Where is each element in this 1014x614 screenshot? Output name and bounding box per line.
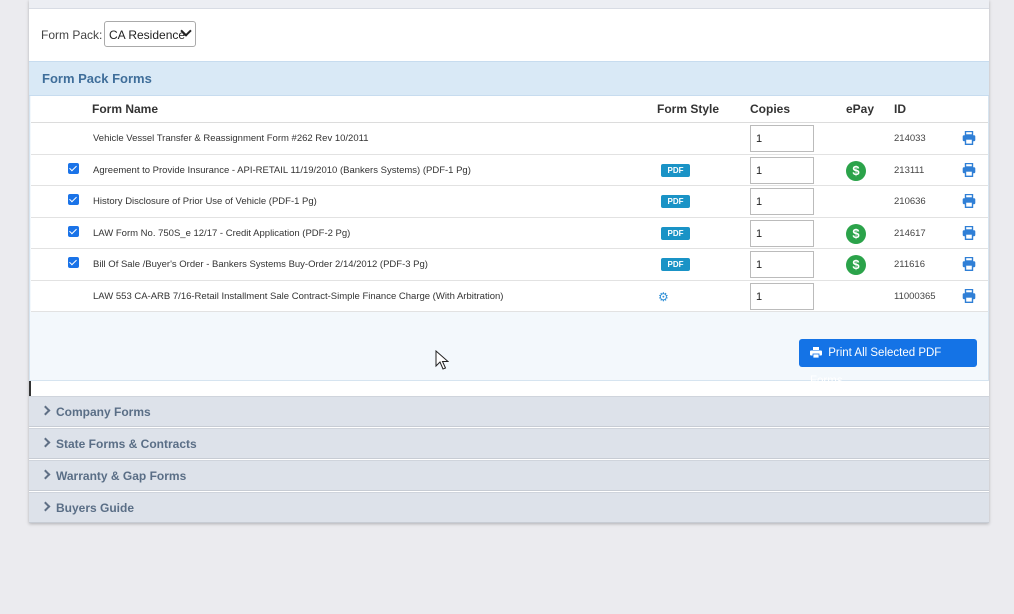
form-name: Agreement to Provide Insurance - API-RET… xyxy=(93,164,471,176)
form-pack-label: Form Pack: xyxy=(41,28,103,42)
chevron-right-icon xyxy=(40,437,51,448)
form-id: 214033 xyxy=(894,133,926,144)
form-pack-row: Form Pack: CA Residence xyxy=(29,9,989,61)
print-all-button[interactable]: Print All Selected PDF Forms xyxy=(799,339,977,387)
printer-icon[interactable] xyxy=(962,193,976,209)
form-pack-selected-value: CA Residence xyxy=(109,28,186,42)
form-id: 211616 xyxy=(894,259,925,270)
row-checkbox[interactable] xyxy=(68,162,79,174)
form-name: LAW 553 CA-ARB 7/16-Retail Installment S… xyxy=(93,290,504,302)
text-caret xyxy=(29,381,31,396)
accordion-warranty-gap-forms[interactable]: Warranty & Gap Forms xyxy=(29,460,989,491)
pdf-badge: PDF xyxy=(661,195,690,208)
pdf-badge: PDF xyxy=(661,258,690,271)
accordion-label: Company Forms xyxy=(56,405,151,419)
copies-input[interactable]: 1 xyxy=(750,251,814,278)
printer-icon[interactable] xyxy=(962,288,976,303)
form-id: 213111 xyxy=(894,164,925,176)
accordion-company-forms[interactable]: Company Forms xyxy=(29,396,989,427)
top-strip xyxy=(29,0,989,9)
form-pack-forms-header[interactable]: Form Pack Forms xyxy=(29,61,989,96)
row-checkbox[interactable] xyxy=(68,257,79,268)
table-row: Bill Of Sale /Buyer's Order - Bankers Sy… xyxy=(31,249,988,281)
dollar-icon[interactable]: $ xyxy=(846,223,866,244)
forms-table: Form Name Form Style Copies ePay ID Vehi… xyxy=(31,96,988,312)
accordion-label: Buyers Guide xyxy=(56,501,135,515)
mouse-cursor-icon xyxy=(435,350,449,370)
form-name: History Disclosure of Prior Use of Vehic… xyxy=(93,196,317,207)
accordion-label: State Forms & Contracts xyxy=(56,437,197,451)
printer-icon[interactable] xyxy=(962,130,976,146)
header-form-name: Form Name xyxy=(92,102,159,116)
header-epay: ePay xyxy=(846,102,875,116)
printer-icon[interactable] xyxy=(962,162,976,177)
chevron-right-icon xyxy=(40,405,51,416)
header-form-style: Form Style xyxy=(657,102,720,116)
print-all-label: Print All Selected PDF Forms xyxy=(810,347,942,387)
header-id: ID xyxy=(894,102,906,116)
form-name: Bill Of Sale /Buyer's Order - Bankers Sy… xyxy=(93,259,428,270)
accordion-state-forms[interactable]: State Forms & Contracts xyxy=(29,428,989,459)
copies-input[interactable]: 1 xyxy=(750,219,814,247)
table-row: LAW 553 CA-ARB 7/16-Retail Installment S… xyxy=(31,281,988,312)
copies-input[interactable]: 1 xyxy=(750,282,814,310)
form-id: 214617 xyxy=(894,227,926,239)
dollar-icon[interactable]: $ xyxy=(846,160,866,181)
table-row: Vehicle Vessel Transfer & Reassignment F… xyxy=(31,123,988,155)
table-row: History Disclosure of Prior Use of Vehic… xyxy=(31,186,988,218)
accordion-buyers-guide[interactable]: Buyers Guide xyxy=(29,492,989,523)
printer-icon[interactable] xyxy=(962,225,976,240)
printer-icon xyxy=(810,347,822,359)
form-pack-forms-body: Form Name Form Style Copies ePay ID Vehi… xyxy=(29,96,989,387)
gear-icon[interactable]: ⚙ xyxy=(658,290,669,304)
printer-icon[interactable] xyxy=(962,256,976,272)
copies-input[interactable]: 1 xyxy=(750,156,814,184)
chevron-right-icon xyxy=(40,469,51,480)
form-id: 210636 xyxy=(894,196,926,207)
table-header: Form Name Form Style Copies ePay ID xyxy=(31,96,988,123)
form-name: Vehicle Vessel Transfer & Reassignment F… xyxy=(93,133,369,144)
table-body: Vehicle Vessel Transfer & Reassignment F… xyxy=(31,123,988,312)
row-checkbox[interactable] xyxy=(68,194,79,205)
copies-input[interactable]: 1 xyxy=(750,188,814,215)
chevron-right-icon xyxy=(40,501,51,512)
form-pack-select[interactable]: CA Residence xyxy=(104,21,196,47)
row-checkbox[interactable] xyxy=(68,225,79,237)
form-name: LAW Form No. 750S_e 12/17 - Credit Appli… xyxy=(93,227,351,239)
header-copies: Copies xyxy=(750,102,791,116)
pdf-badge: PDF xyxy=(661,163,690,177)
form-id: 11000365 xyxy=(894,290,936,302)
copies-input[interactable]: 1 xyxy=(750,125,814,152)
table-row: Agreement to Provide Insurance - API-RET… xyxy=(31,155,988,186)
dollar-icon[interactable]: $ xyxy=(846,255,866,275)
forms-panel: Form Pack: CA Residence Form Pack Forms … xyxy=(29,0,989,523)
pdf-badge: PDF xyxy=(661,226,690,240)
accordion-label: Warranty & Gap Forms xyxy=(56,469,187,483)
section-title: Form Pack Forms xyxy=(42,71,152,86)
table-row: LAW Form No. 750S_e 12/17 - Credit Appli… xyxy=(31,218,988,249)
